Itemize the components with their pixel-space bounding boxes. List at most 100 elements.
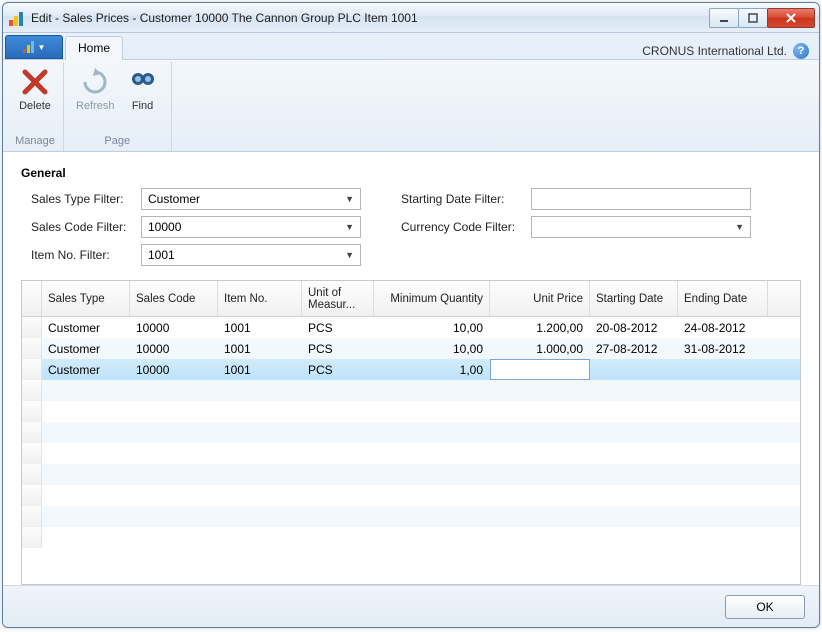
file-menu-tab[interactable]: ▼ <box>5 35 63 59</box>
cell-end-date[interactable] <box>678 485 768 506</box>
cell-unit-price[interactable]: 1.000,00 <box>490 338 590 359</box>
row-selector[interactable] <box>22 464 42 485</box>
cell-sales-code[interactable]: 10000 <box>130 317 218 338</box>
cell-start-date[interactable] <box>590 422 678 443</box>
cell-end-date[interactable] <box>678 527 768 548</box>
cell-sales-code[interactable]: 10000 <box>130 338 218 359</box>
grid-body[interactable]: Customer100001001PCS10,001.200,0020-08-2… <box>22 317 800 584</box>
table-row[interactable]: Customer100001001PCS10,001.000,0027-08-2… <box>22 338 800 359</box>
cell-unit-price[interactable] <box>490 422 590 443</box>
cell-uom[interactable] <box>302 380 374 401</box>
row-selector[interactable] <box>22 527 42 548</box>
cell-start-date[interactable] <box>590 401 678 422</box>
cell-sales-code[interactable] <box>130 485 218 506</box>
cell-min-qty[interactable] <box>374 443 490 464</box>
cell-sales-type[interactable]: Customer <box>42 359 130 380</box>
cell-item-no[interactable] <box>218 464 302 485</box>
cell-unit-price[interactable] <box>490 359 590 380</box>
cell-min-qty[interactable]: 10,00 <box>374 317 490 338</box>
cell-item-no[interactable]: 1001 <box>218 317 302 338</box>
cell-sales-type[interactable] <box>42 401 130 422</box>
cell-uom[interactable] <box>302 485 374 506</box>
cell-sales-code[interactable] <box>130 506 218 527</box>
find-button[interactable]: Find <box>121 64 165 133</box>
cell-uom[interactable] <box>302 464 374 485</box>
refresh-button[interactable]: Refresh <box>70 64 121 133</box>
cell-end-date[interactable] <box>678 380 768 401</box>
cell-uom[interactable]: PCS <box>302 359 374 380</box>
item-no-filter[interactable]: 1001 ▼ <box>141 244 361 266</box>
cell-item-no[interactable]: 1001 <box>218 338 302 359</box>
cell-min-qty[interactable]: 10,00 <box>374 338 490 359</box>
table-row[interactable] <box>22 401 800 422</box>
table-row[interactable] <box>22 380 800 401</box>
cell-sales-code[interactable] <box>130 527 218 548</box>
table-row[interactable] <box>22 464 800 485</box>
cell-min-qty[interactable] <box>374 380 490 401</box>
cell-end-date[interactable] <box>678 359 768 380</box>
cell-unit-price[interactable] <box>490 401 590 422</box>
cell-unit-price[interactable] <box>490 485 590 506</box>
table-row[interactable] <box>22 485 800 506</box>
row-selector[interactable] <box>22 506 42 527</box>
cell-end-date[interactable]: 24-08-2012 <box>678 317 768 338</box>
cell-sales-type[interactable] <box>42 422 130 443</box>
cell-min-qty[interactable] <box>374 401 490 422</box>
cell-sales-code[interactable]: 10000 <box>130 359 218 380</box>
col-sales-code[interactable]: Sales Code <box>130 281 218 316</box>
cell-start-date[interactable]: 27-08-2012 <box>590 338 678 359</box>
cell-sales-code[interactable] <box>130 443 218 464</box>
col-item-no[interactable]: Item No. <box>218 281 302 316</box>
table-row[interactable] <box>22 422 800 443</box>
col-sales-type[interactable]: Sales Type <box>42 281 130 316</box>
cell-uom[interactable] <box>302 506 374 527</box>
cell-item-no[interactable] <box>218 527 302 548</box>
cell-uom[interactable] <box>302 527 374 548</box>
cell-uom[interactable] <box>302 401 374 422</box>
sales-type-filter[interactable]: Customer ▼ <box>141 188 361 210</box>
minimize-button[interactable] <box>709 8 739 28</box>
help-icon[interactable]: ? <box>793 43 809 59</box>
cell-unit-price[interactable] <box>490 380 590 401</box>
table-row[interactable]: Customer100001001PCS1,00 <box>22 359 800 380</box>
cell-start-date[interactable] <box>590 359 678 380</box>
cell-unit-price[interactable]: 1.200,00 <box>490 317 590 338</box>
row-selector[interactable] <box>22 443 42 464</box>
row-selector[interactable] <box>22 401 42 422</box>
row-selector[interactable] <box>22 485 42 506</box>
tab-home[interactable]: Home <box>65 36 123 60</box>
row-selector[interactable] <box>22 359 42 380</box>
cell-uom[interactable] <box>302 422 374 443</box>
titlebar[interactable]: Edit - Sales Prices - Customer 10000 The… <box>3 3 819 33</box>
cell-min-qty[interactable] <box>374 485 490 506</box>
starting-date-filter[interactable] <box>531 188 751 210</box>
row-selector[interactable] <box>22 338 42 359</box>
cell-uom[interactable] <box>302 443 374 464</box>
cell-end-date[interactable] <box>678 506 768 527</box>
cell-sales-code[interactable] <box>130 464 218 485</box>
cell-uom[interactable]: PCS <box>302 338 374 359</box>
row-selector[interactable] <box>22 380 42 401</box>
cell-start-date[interactable]: 20-08-2012 <box>590 317 678 338</box>
cell-sales-type[interactable] <box>42 443 130 464</box>
table-row[interactable] <box>22 443 800 464</box>
cell-sales-type[interactable] <box>42 485 130 506</box>
cell-min-qty[interactable] <box>374 422 490 443</box>
cell-item-no[interactable]: 1001 <box>218 359 302 380</box>
col-end-date[interactable]: Ending Date <box>678 281 768 316</box>
cell-uom[interactable]: PCS <box>302 317 374 338</box>
cell-end-date[interactable] <box>678 464 768 485</box>
cell-sales-code[interactable] <box>130 422 218 443</box>
cell-sales-type[interactable] <box>42 380 130 401</box>
table-row[interactable]: Customer100001001PCS10,001.200,0020-08-2… <box>22 317 800 338</box>
cell-min-qty[interactable] <box>374 506 490 527</box>
cell-sales-type[interactable]: Customer <box>42 317 130 338</box>
cell-start-date[interactable] <box>590 380 678 401</box>
cell-sales-code[interactable] <box>130 401 218 422</box>
cell-sales-type[interactable] <box>42 506 130 527</box>
cell-start-date[interactable] <box>590 527 678 548</box>
cell-item-no[interactable] <box>218 380 302 401</box>
row-selector[interactable] <box>22 317 42 338</box>
cell-unit-price[interactable] <box>490 464 590 485</box>
table-row[interactable] <box>22 506 800 527</box>
